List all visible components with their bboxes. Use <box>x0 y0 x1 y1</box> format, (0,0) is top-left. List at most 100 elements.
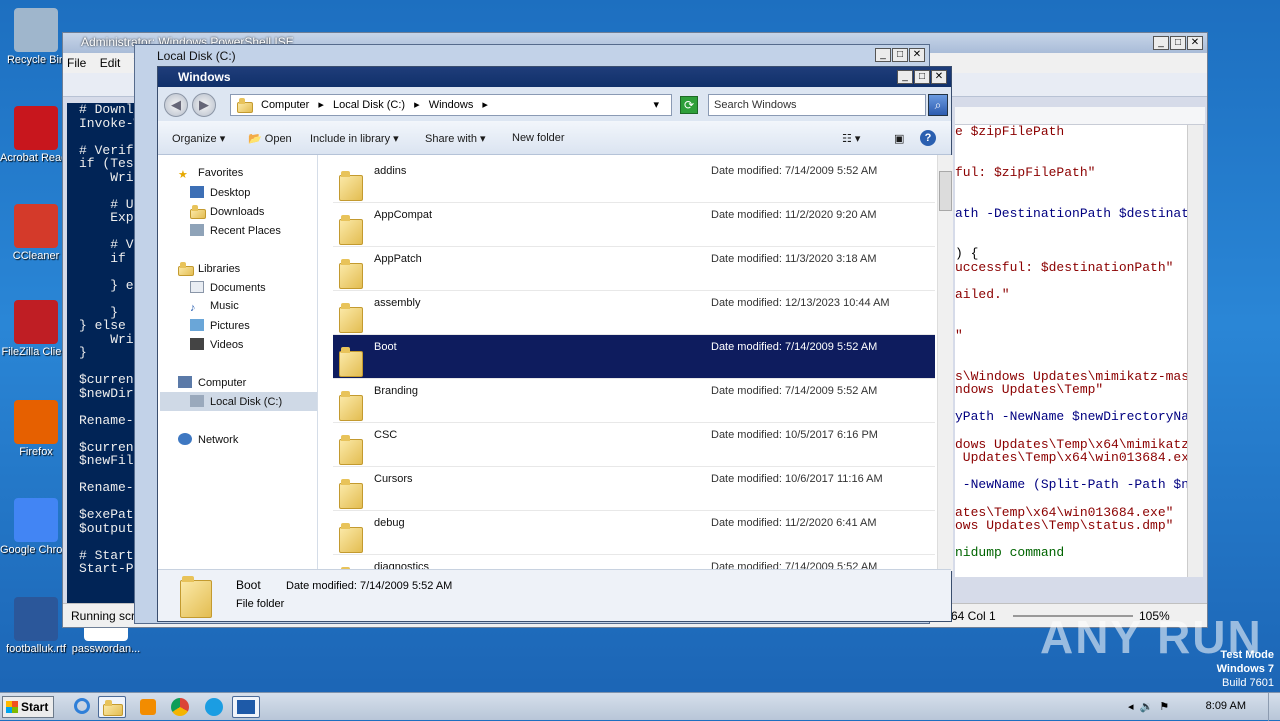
organize-button[interactable]: Organize ▾ <box>172 132 225 145</box>
help-icon[interactable]: ? <box>920 130 936 146</box>
include-in-library-button[interactable]: Include in library ▾ <box>310 132 399 145</box>
maximize-button[interactable]: □ <box>892 48 908 62</box>
minimize-button[interactable]: _ <box>875 48 891 62</box>
nav-music[interactable]: ♪ Music <box>190 300 239 314</box>
close-button[interactable]: ✕ <box>909 48 925 62</box>
file-row[interactable]: AppCompat Date modified: 11/2/2020 9:20 A… <box>333 203 935 247</box>
file-row[interactable]: Branding Date modified: 7/14/2009 5:52 AM <box>333 379 935 423</box>
clock[interactable]: 8:09 AM <box>1206 700 1246 712</box>
editor-line: ) { <box>955 246 979 262</box>
ise-script-editor[interactable]: e $zipFilePath ful: $zipFilePath" ath -D… <box>955 125 1187 577</box>
console-line: $newFil <box>79 453 134 468</box>
edge-taskbar-icon[interactable] <box>200 696 228 718</box>
search-input[interactable]: Search Windows <box>708 94 926 116</box>
maximize-button[interactable]: □ <box>914 70 930 84</box>
media-player-taskbar-icon[interactable] <box>134 696 162 718</box>
refresh-button[interactable]: ⟳ <box>680 96 698 114</box>
nav-network[interactable]: Network <box>178 433 238 446</box>
console-line: $newDir <box>79 385 134 401</box>
ise-console-pane[interactable]: # Downl Invoke-W # Verif if (Tes Wri # U E… <box>67 103 137 603</box>
nav-recent-places[interactable]: Recent Places <box>190 224 281 237</box>
open-button[interactable]: 📂 Open <box>248 132 292 145</box>
ise-editor-tabs <box>955 107 1205 125</box>
desktop-icon-label: passwordan... <box>71 643 141 655</box>
breadcrumb-windows[interactable]: Windows <box>429 99 474 111</box>
windows-logo-icon <box>6 701 18 713</box>
breadcrumb-computer[interactable]: Computer <box>261 99 309 111</box>
explorer-window-windows[interactable]: Windows _ □ ✕ ◀ ▶ Computer ▸ Local Disk … <box>157 66 953 622</box>
nav-local-disk[interactable]: Local Disk (C:) <box>160 392 317 411</box>
folder-icon <box>339 347 363 377</box>
ise-editor-scrollbar[interactable] <box>1187 125 1203 577</box>
address-bar[interactable]: Computer ▸ Local Disk (C:) ▸ Windows ▸ ▾ <box>230 94 672 116</box>
close-button[interactable]: ✕ <box>931 70 947 84</box>
file-row[interactable]: addins Date modified: 7/14/2009 5:52 AM <box>333 159 935 203</box>
file-date-modified: Date modified: 12/13/2023 10:44 AM <box>711 297 890 309</box>
show-desktop-button[interactable] <box>1268 693 1280 721</box>
editor-line: ows Updates\Temp\status.dmp" <box>955 518 1174 534</box>
nav-videos[interactable]: Videos <box>190 338 243 351</box>
nav-favorites[interactable]: ★ Favorites <box>178 167 243 181</box>
file-name: Branding <box>374 385 419 397</box>
chevron-right-icon[interactable]: ▸ <box>318 99 324 111</box>
file-name: assembly <box>374 297 421 309</box>
file-row[interactable]: assembly Date modified: 12/13/2023 10:44 … <box>333 291 935 335</box>
preview-pane-icon[interactable]: ▣ <box>894 132 904 145</box>
nav-libraries[interactable]: Libraries <box>178 262 240 276</box>
minimize-button[interactable]: _ <box>1153 36 1169 50</box>
music-icon: ♪ <box>190 302 196 314</box>
chevron-right-icon[interactable]: ▸ <box>482 99 488 111</box>
file-list-scrollbar[interactable] <box>937 155 953 571</box>
console-line: # U <box>79 196 134 212</box>
folder-icon <box>237 98 253 113</box>
ccleaner-icon <box>14 204 58 248</box>
breadcrumb-local-disk[interactable]: Local Disk (C:) <box>333 99 405 111</box>
forward-button[interactable]: ▶ <box>192 93 216 117</box>
menu-file[interactable]: File <box>67 56 86 70</box>
local-disk-window-controls: _ □ ✕ <box>875 48 925 62</box>
file-name: debug <box>374 517 405 529</box>
chrome-icon <box>14 498 58 542</box>
explorer-taskbar-icon[interactable] <box>98 696 126 718</box>
scrollbar-thumb[interactable] <box>939 171 952 211</box>
chrome-taskbar-icon[interactable] <box>166 696 194 718</box>
address-dropdown-icon[interactable]: ▾ <box>653 98 659 111</box>
back-button[interactable]: ◀ <box>164 93 188 117</box>
menu-edit[interactable]: Edit <box>100 56 121 70</box>
file-row[interactable]: debug Date modified: 11/2/2020 6:41 AM <box>333 511 935 555</box>
file-row[interactable]: Cursors Date modified: 10/6/2017 11:16 AM <box>333 467 935 511</box>
nav-downloads[interactable]: Downloads <box>190 205 264 219</box>
file-row[interactable]: Boot Date modified: 7/14/2009 5:52 AM <box>333 335 935 379</box>
console-line: $exePat <box>79 507 134 522</box>
close-button[interactable]: ✕ <box>1187 36 1203 50</box>
search-icon[interactable]: ⌕ <box>928 94 948 116</box>
file-name: Boot <box>374 341 397 353</box>
console-line: if <box>79 250 126 266</box>
powershell-ise-taskbar-icon[interactable] <box>232 696 260 718</box>
view-options-icon[interactable]: ☷ ▾ <box>842 132 860 145</box>
nav-computer[interactable]: Computer <box>178 376 246 389</box>
new-folder-button[interactable]: New folder <box>512 132 565 144</box>
chevron-right-icon[interactable]: ▸ <box>414 99 420 111</box>
nav-desktop[interactable]: Desktop <box>190 186 250 199</box>
minimize-button[interactable]: _ <box>897 70 913 84</box>
file-row[interactable]: AppPatch Date modified: 11/3/2020 3:18 AM <box>333 247 935 291</box>
ie-taskbar-icon[interactable] <box>68 696 96 718</box>
drive-icon <box>190 395 204 407</box>
system-tray-icons[interactable]: ◂🔉⚑ <box>1128 700 1175 713</box>
file-row[interactable]: CSC Date modified: 10/5/2017 6:16 PM <box>333 423 935 467</box>
editor-line: Updates\Temp\x64\win013684.exe <box>955 450 1187 466</box>
nav-documents[interactable]: Documents <box>190 281 266 294</box>
nav-pictures[interactable]: Pictures <box>190 319 250 332</box>
share-with-button[interactable]: Share with ▾ <box>425 132 486 145</box>
start-button[interactable]: Start <box>2 696 54 718</box>
maximize-button[interactable]: □ <box>1170 36 1186 50</box>
